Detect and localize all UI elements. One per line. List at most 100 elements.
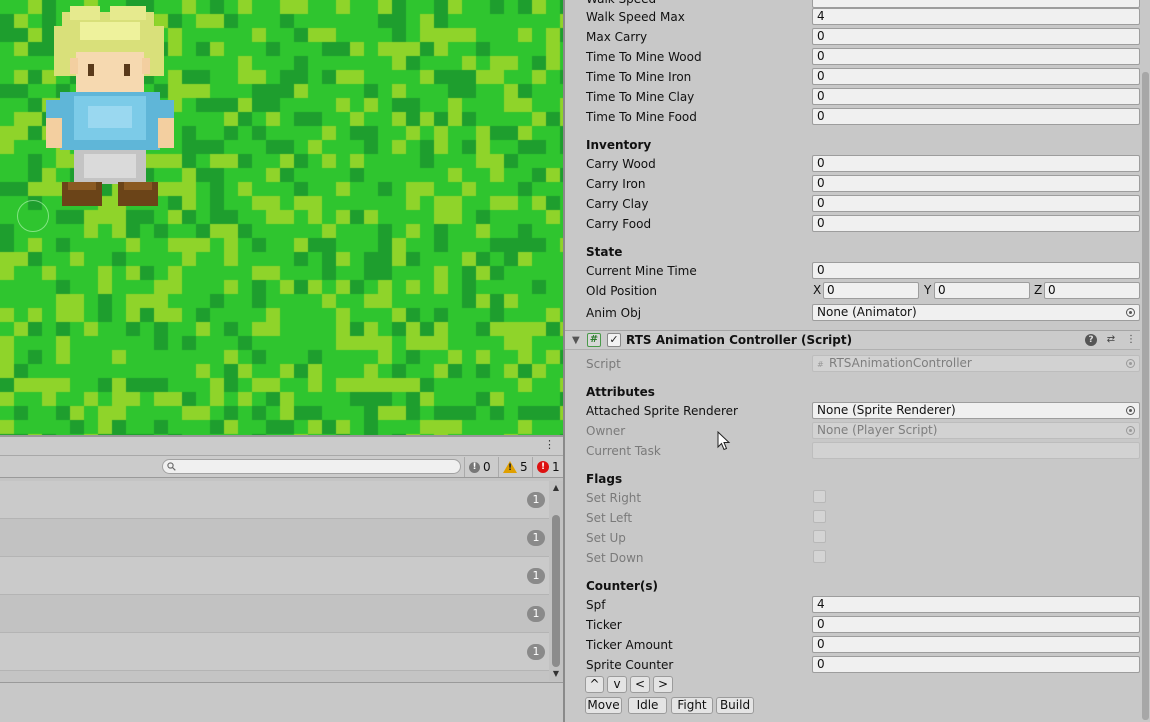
z-label[interactable]: Z bbox=[1034, 282, 1042, 299]
set-right-checkbox[interactable] bbox=[813, 490, 826, 503]
set-left-label: Set Left bbox=[586, 511, 633, 525]
log-entry[interactable]: 1 bbox=[0, 519, 549, 557]
time-to-mine-wood-field[interactable]: 0 bbox=[812, 48, 1140, 65]
set-down-label: Set Down bbox=[586, 551, 644, 565]
old-position-z-field[interactable]: 0 bbox=[1044, 282, 1140, 299]
owner-label: Owner bbox=[586, 424, 626, 438]
console-toolbar: ! 0 ! 5 ! 1 bbox=[0, 456, 563, 478]
sprite-counter-label: Sprite Counter bbox=[586, 658, 674, 672]
idle-button[interactable]: Idle bbox=[628, 697, 667, 714]
object-picker-icon[interactable] bbox=[1126, 359, 1135, 368]
anim-obj-value: None (Animator) bbox=[817, 305, 917, 319]
script-icon: # bbox=[587, 333, 601, 347]
search-icon bbox=[167, 462, 176, 471]
info-count-toggle[interactable]: ! 0 bbox=[464, 457, 491, 477]
warning-icon: ! bbox=[503, 461, 517, 473]
help-icon[interactable]: ? bbox=[1085, 334, 1097, 346]
old-position-x-field[interactable]: 0 bbox=[823, 282, 919, 299]
carry-wood-label: Carry Wood bbox=[586, 157, 656, 171]
set-right-label: Set Right bbox=[586, 491, 642, 505]
current-task-field[interactable] bbox=[812, 442, 1140, 459]
info-icon: ! bbox=[469, 461, 480, 473]
max-carry-field[interactable]: 0 bbox=[812, 28, 1140, 45]
error-icon: ! bbox=[537, 461, 549, 473]
inspector-scrollbar[interactable] bbox=[1140, 0, 1150, 722]
left-button[interactable]: < bbox=[630, 676, 650, 693]
carry-food-field[interactable]: 0 bbox=[812, 215, 1140, 232]
attached-sprite-renderer-field[interactable]: None (Sprite Renderer) bbox=[812, 402, 1140, 419]
error-count: 1 bbox=[552, 460, 560, 474]
component-menu-icon[interactable]: ⋮ bbox=[1125, 334, 1137, 346]
walk-speed-field[interactable] bbox=[812, 0, 1140, 8]
carry-food-label: Carry Food bbox=[586, 217, 652, 231]
component-title: RTS Animation Controller (Script) bbox=[626, 333, 853, 347]
time-to-mine-food-field[interactable]: 0 bbox=[812, 108, 1140, 125]
ticker-field[interactable]: 0 bbox=[812, 616, 1140, 633]
set-up-checkbox[interactable] bbox=[813, 530, 826, 543]
console-scrollbar[interactable]: ▲ ▼ bbox=[549, 481, 563, 681]
time-to-mine-clay-field[interactable]: 0 bbox=[812, 88, 1140, 105]
old-position-label: Old Position bbox=[586, 284, 657, 298]
right-button[interactable]: > bbox=[653, 676, 673, 693]
owner-field[interactable]: None (Player Script) bbox=[812, 422, 1140, 439]
anim-obj-field[interactable]: None (Animator) bbox=[812, 304, 1140, 321]
carry-wood-field[interactable]: 0 bbox=[812, 155, 1140, 172]
spf-label: Spf bbox=[586, 598, 606, 612]
current-task-label: Current Task bbox=[586, 444, 661, 458]
warning-count-toggle[interactable]: ! 5 bbox=[498, 457, 528, 477]
attached-sprite-renderer-label: Attached Sprite Renderer bbox=[586, 404, 738, 418]
scene-view[interactable] bbox=[0, 0, 563, 435]
log-entry[interactable]: 1 bbox=[0, 595, 549, 633]
set-up-label: Set Up bbox=[586, 531, 626, 545]
ticker-amount-field[interactable]: 0 bbox=[812, 636, 1140, 653]
object-picker-icon[interactable] bbox=[1126, 406, 1135, 415]
time-to-mine-food-label: Time To Mine Food bbox=[586, 110, 697, 124]
build-button[interactable]: Build bbox=[716, 697, 754, 714]
time-to-mine-clay-label: Time To Mine Clay bbox=[586, 90, 695, 104]
presets-icon[interactable]: ⇄ bbox=[1105, 334, 1117, 346]
log-collapse-count: 1 bbox=[527, 606, 545, 622]
script-field[interactable]: # RTSAnimationController bbox=[812, 355, 1140, 372]
log-entry[interactable]: 1 bbox=[0, 481, 549, 519]
player-character-sprite[interactable] bbox=[40, 6, 180, 212]
spf-field[interactable]: 4 bbox=[812, 596, 1140, 613]
inspector-scroll-thumb[interactable] bbox=[1142, 72, 1149, 720]
info-count: 0 bbox=[483, 460, 491, 474]
component-header[interactable]: ▼ # ✓ RTS Animation Controller (Script) … bbox=[565, 330, 1142, 350]
move-button[interactable]: Move bbox=[585, 697, 622, 714]
error-count-toggle[interactable]: ! 1 bbox=[532, 457, 560, 477]
log-entry[interactable]: 1 bbox=[0, 633, 549, 671]
y-label[interactable]: Y bbox=[924, 282, 931, 299]
time-to-mine-wood-label: Time To Mine Wood bbox=[586, 50, 702, 64]
foldout-arrow-icon[interactable]: ▼ bbox=[572, 335, 580, 346]
console-menu-icon[interactable]: ⋮ bbox=[544, 439, 555, 451]
console-log-list[interactable]: 1 1 1 1 1 bbox=[0, 481, 549, 681]
carry-iron-field[interactable]: 0 bbox=[812, 175, 1140, 192]
fight-button[interactable]: Fight bbox=[671, 697, 713, 714]
old-position-y-field[interactable]: 0 bbox=[934, 282, 1030, 299]
sprite-counter-field[interactable]: 0 bbox=[812, 656, 1140, 673]
scroll-thumb[interactable] bbox=[552, 515, 560, 667]
owner-value: None (Player Script) bbox=[817, 423, 938, 437]
script-value: RTSAnimationController bbox=[829, 356, 972, 370]
carry-iron-label: Carry Iron bbox=[586, 177, 646, 191]
object-picker-icon[interactable] bbox=[1126, 308, 1135, 317]
walk-speed-max-field[interactable]: 4 bbox=[812, 8, 1140, 25]
object-picker-icon[interactable] bbox=[1126, 426, 1135, 435]
component-enabled-checkbox[interactable]: ✓ bbox=[607, 333, 621, 347]
carry-clay-field[interactable]: 0 bbox=[812, 195, 1140, 212]
set-down-checkbox[interactable] bbox=[813, 550, 826, 563]
time-to-mine-iron-field[interactable]: 0 bbox=[812, 68, 1140, 85]
current-mine-time-field[interactable]: 0 bbox=[812, 262, 1140, 279]
down-button[interactable]: v bbox=[607, 676, 627, 693]
scroll-down-arrow-icon[interactable]: ▼ bbox=[551, 669, 561, 679]
scroll-up-arrow-icon[interactable]: ▲ bbox=[551, 483, 561, 493]
x-label[interactable]: X bbox=[813, 282, 821, 299]
console-detail-area[interactable] bbox=[0, 682, 563, 722]
console-tab-bar: ⋮ bbox=[0, 437, 563, 456]
console-search-input[interactable] bbox=[162, 459, 461, 474]
position-gizmo[interactable] bbox=[17, 200, 49, 232]
up-button[interactable]: ^ bbox=[585, 676, 604, 693]
set-left-checkbox[interactable] bbox=[813, 510, 826, 523]
log-entry[interactable]: 1 bbox=[0, 557, 549, 595]
